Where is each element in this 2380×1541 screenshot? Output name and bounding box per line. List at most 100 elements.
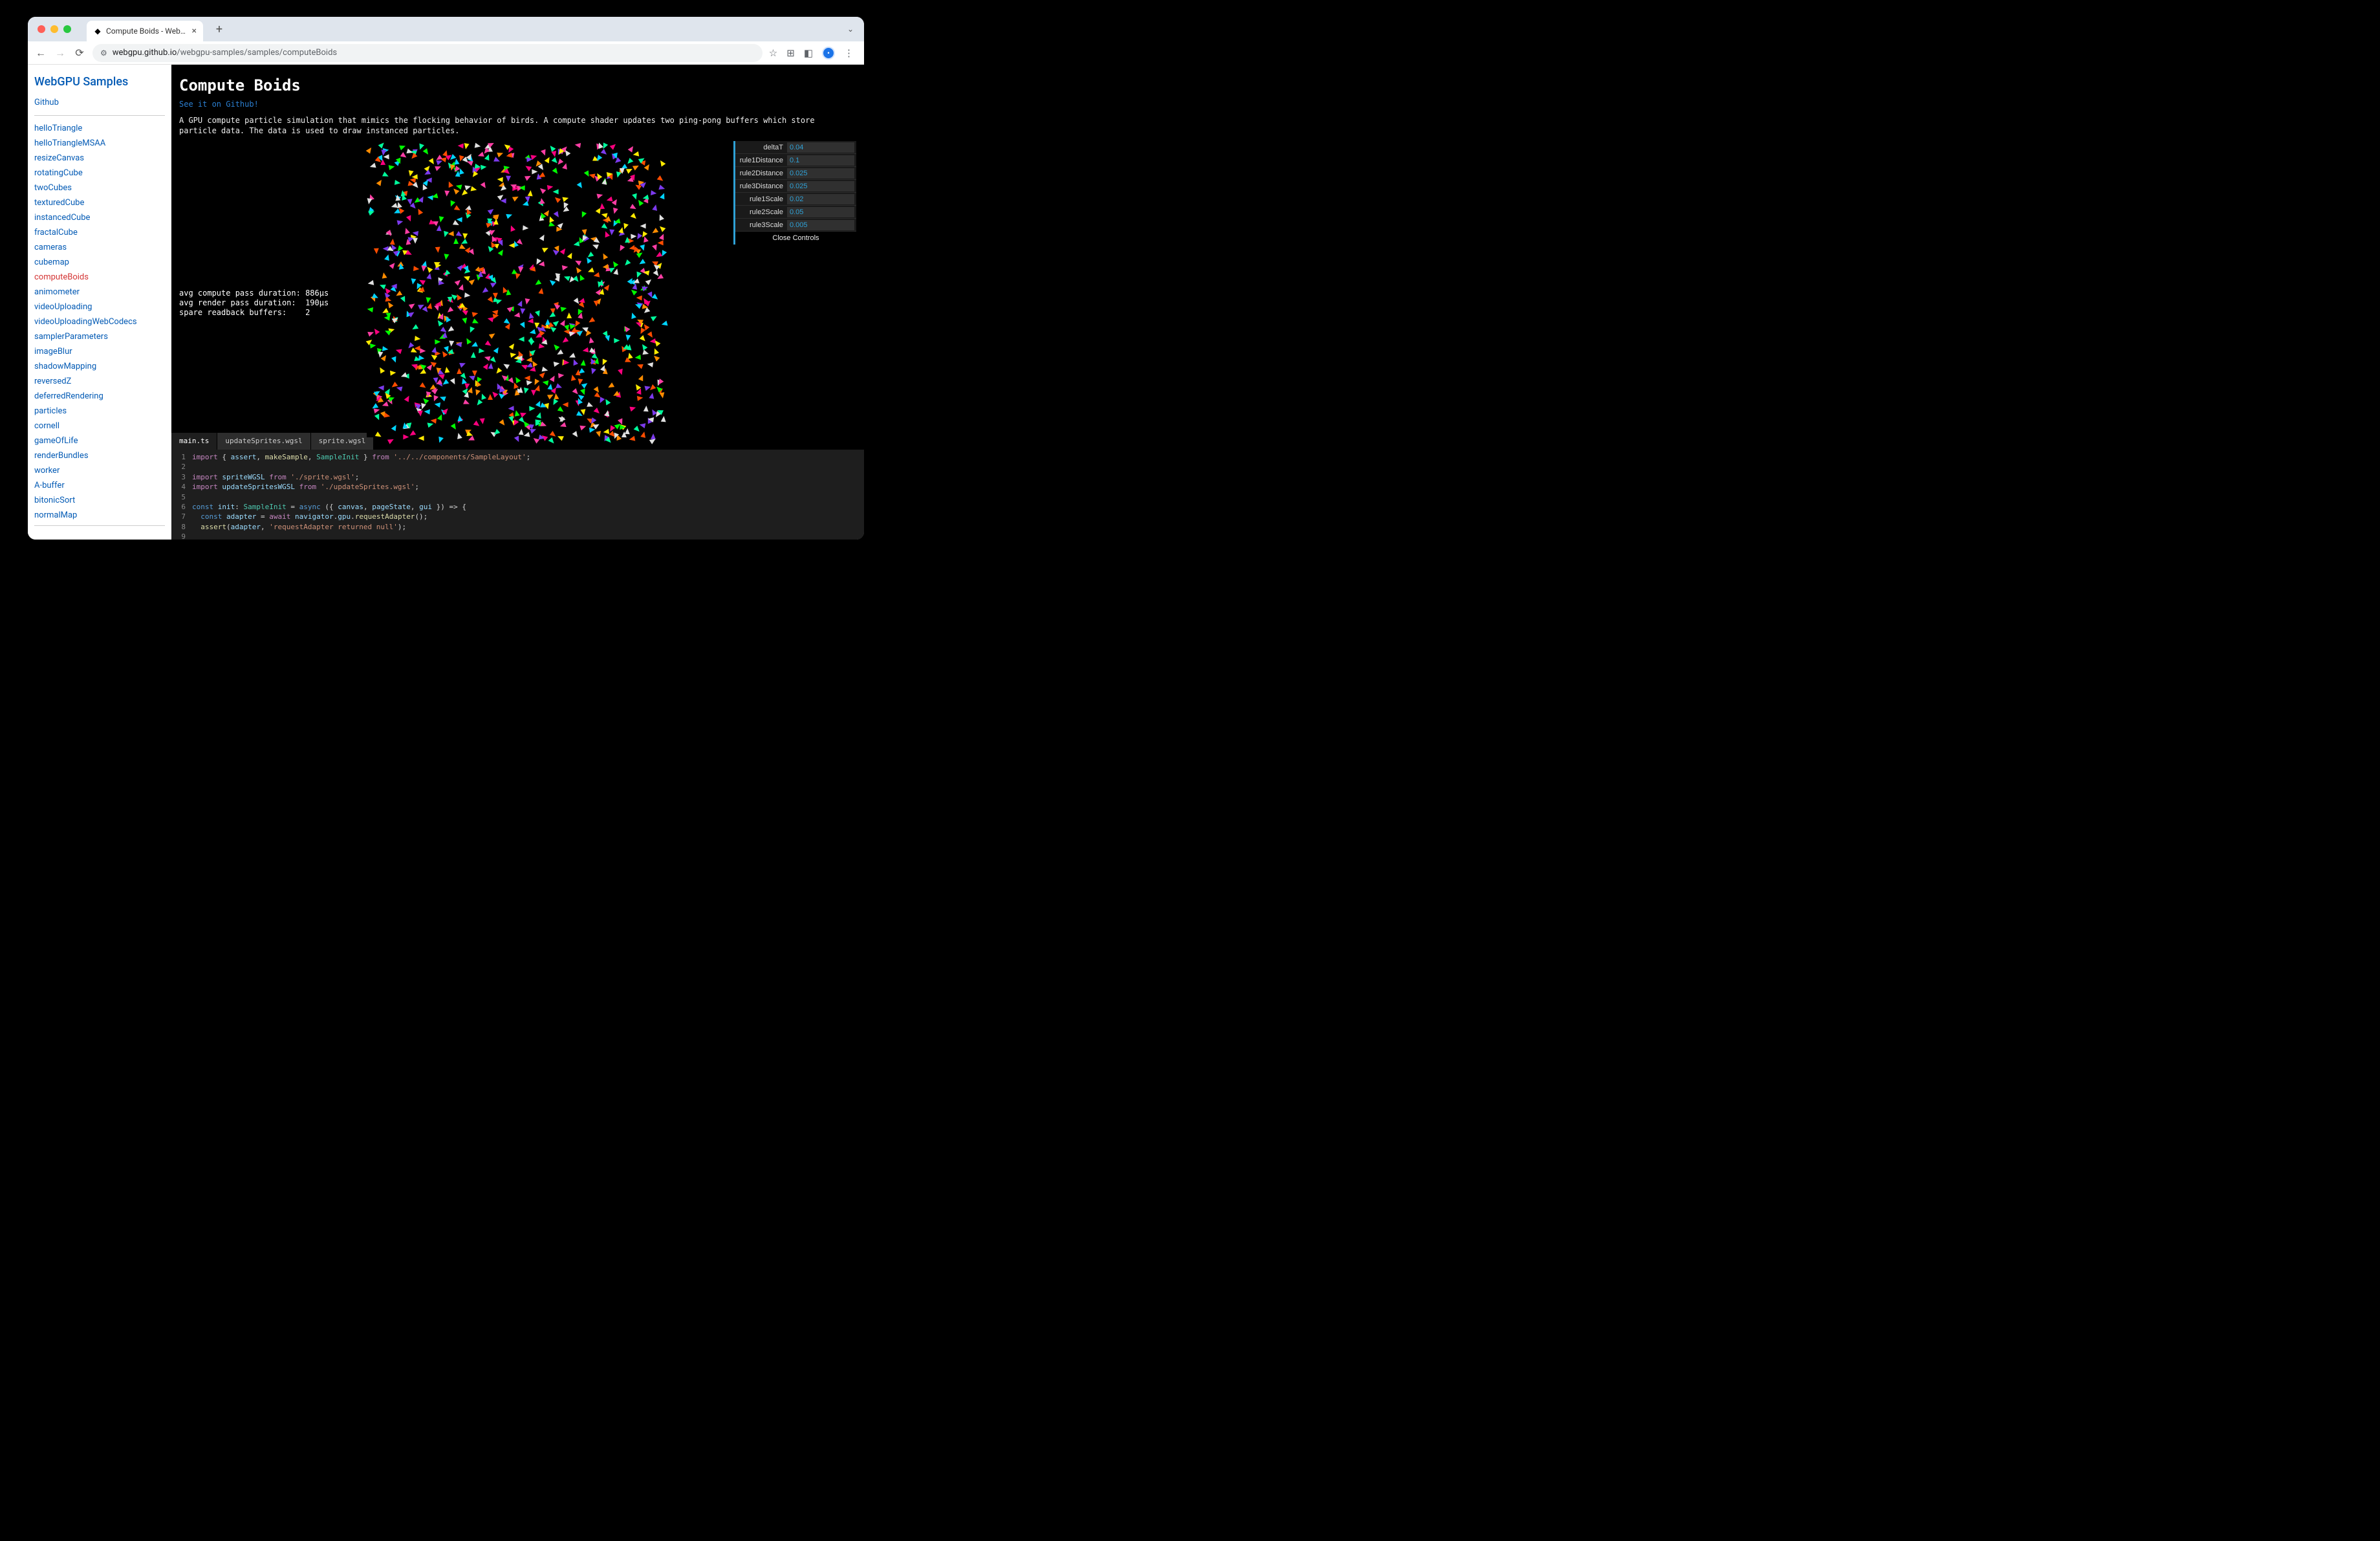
boid-particle (605, 410, 611, 417)
boid-particle (475, 399, 483, 407)
url-host: webgpu.github.io (113, 48, 177, 58)
sidebar-item-deferredRendering[interactable]: deferredRendering (34, 389, 165, 404)
tab-dropdown-icon[interactable]: ⌄ (847, 25, 858, 34)
reload-button[interactable]: ⟳ (73, 47, 86, 59)
sidebar-item-cornell[interactable]: cornell (34, 419, 165, 433)
sidebar-item-resizeCanvas[interactable]: resizeCanvas (34, 151, 165, 166)
sidebar-item-rotatingCube[interactable]: rotatingCube (34, 166, 165, 180)
code-tab-sprite-wgsl[interactable]: sprite.wgsl (311, 433, 374, 450)
boid-particle (468, 326, 475, 333)
sidebar-item-normalMap[interactable]: normalMap (34, 508, 165, 523)
minimize-window-button[interactable] (50, 25, 58, 33)
gui-value-input[interactable]: 0.025 (787, 181, 854, 191)
kebab-menu-icon[interactable]: ⋮ (844, 47, 854, 59)
boid-particle (640, 431, 647, 438)
sidebar-item-cameras[interactable]: cameras (34, 240, 165, 255)
sidebar-item-particles[interactable]: particles (34, 404, 165, 419)
bookmark-star-icon[interactable]: ☆ (769, 47, 777, 59)
sidebar-item-samplerParameters[interactable]: samplerParameters (34, 329, 165, 344)
code-line: 6const init: SampleInit = async ({ canva… (171, 502, 864, 512)
sidebar-item-shadowMapping[interactable]: shadowMapping (34, 359, 165, 374)
sidebar-item-computeBoids[interactable]: computeBoids (34, 270, 165, 285)
boid-particle (629, 405, 636, 411)
gui-controls-panel: deltaT0.04rule1Distance0.1rule2Distance0… (733, 141, 856, 245)
close-window-button[interactable] (38, 25, 45, 33)
boid-particle (455, 170, 461, 177)
sidebar-item-instancedCube[interactable]: instancedCube (34, 210, 165, 225)
sidebar-title[interactable]: WebGPU Samples (34, 75, 165, 95)
gui-value-input[interactable]: 0.025 (787, 168, 854, 179)
extensions-icon[interactable]: ⊞ (786, 47, 795, 59)
gui-row-rule1Distance: rule1Distance0.1 (735, 154, 856, 167)
boid-particle (550, 375, 557, 382)
address-bar[interactable]: ⚙ webgpu.github.io/webgpu-samples/sample… (92, 44, 763, 62)
sidebar-item-helloTriangleMSAA[interactable]: helloTriangleMSAA (34, 136, 165, 151)
boid-particle (424, 409, 430, 415)
browser-tab[interactable]: ◆ Compute Boids - WebGPU Sa × (87, 21, 203, 41)
site-info-icon[interactable]: ⚙ (100, 49, 107, 58)
sidebar-item-worker[interactable]: worker (34, 463, 165, 478)
sidebar-item-animometer[interactable]: animometer (34, 285, 165, 300)
sidebar-item-helloTriangle[interactable]: helloTriangle (34, 121, 165, 136)
boid-particle (644, 406, 649, 412)
sidebar-item-videoUploading[interactable]: videoUploading (34, 300, 165, 314)
gui-value-input[interactable]: 0.1 (787, 155, 854, 166)
boid-particle (519, 309, 525, 315)
sidebar-item-renderBundles[interactable]: renderBundles (34, 448, 165, 463)
boid-particle (580, 388, 587, 395)
boid-particle (450, 378, 457, 386)
sidebar-item-texturedCube[interactable]: texturedCube (34, 195, 165, 210)
sidebar-item-bitonicSort[interactable]: bitonicSort (34, 493, 165, 508)
maximize-window-button[interactable] (63, 25, 71, 33)
github-source-link[interactable]: See it on Github! (171, 100, 864, 115)
boid-particle (463, 143, 469, 149)
boid-particle (423, 169, 431, 177)
boid-particle (630, 204, 638, 211)
code-tab-main-ts[interactable]: main.ts (171, 433, 217, 450)
sidebar-item-gameOfLife[interactable]: gameOfLife (34, 433, 165, 448)
close-tab-icon[interactable]: × (192, 26, 197, 36)
boid-particle (633, 151, 639, 157)
boid-particle (614, 338, 620, 343)
boid-particle (574, 142, 581, 148)
boid-particle (567, 312, 572, 318)
boid-particle (418, 410, 423, 416)
boid-particle (459, 360, 466, 367)
sidebar-item-videoUploadingWebCodecs[interactable]: videoUploadingWebCodecs (34, 314, 165, 329)
boid-particle (492, 309, 498, 314)
sidebar-item-imageBlur[interactable]: imageBlur (34, 344, 165, 359)
sidebar-item-fractalCube[interactable]: fractalCube (34, 225, 165, 240)
boid-particle (658, 240, 664, 245)
gui-value-input[interactable]: 0.04 (787, 142, 854, 153)
side-panel-icon[interactable]: ◧ (804, 47, 813, 59)
sidebar-item-cubemap[interactable]: cubemap (34, 255, 165, 270)
boid-particle (542, 246, 550, 253)
new-tab-button[interactable]: + (211, 21, 228, 38)
code-body[interactable]: 1import { assert, makeSample, SampleInit… (171, 450, 864, 540)
code-tab-updateSprites-wgsl[interactable]: updateSprites.wgsl (217, 433, 310, 450)
code-line: 9 (171, 532, 864, 540)
gui-value-input[interactable]: 0.02 (787, 194, 854, 204)
sidebar-item-A-buffer[interactable]: A-buffer (34, 478, 165, 493)
boid-particle (390, 370, 396, 376)
boid-particle (526, 157, 533, 162)
boid-particle (404, 227, 410, 234)
gui-value-input[interactable]: 0.005 (787, 220, 854, 230)
boid-particle (489, 331, 497, 339)
sidebar-item-twoCubes[interactable]: twoCubes (34, 180, 165, 195)
tab-strip: ◆ Compute Boids - WebGPU Sa × + ⌄ (28, 17, 864, 41)
boid-particle (411, 174, 417, 179)
boid-particle (461, 309, 469, 316)
close-controls-button[interactable]: Close Controls (735, 232, 856, 245)
sidebar-github-link[interactable]: Github (34, 95, 165, 113)
gui-value-input[interactable]: 0.05 (787, 207, 854, 217)
boid-particle (582, 347, 589, 353)
boid-particle (638, 374, 645, 381)
boid-particle (579, 212, 587, 219)
boid-particle (620, 168, 625, 173)
sidebar-item-reversedZ[interactable]: reversedZ (34, 374, 165, 389)
forward-button[interactable]: → (54, 47, 67, 60)
profile-avatar[interactable]: • (822, 47, 835, 60)
back-button[interactable]: ← (34, 47, 47, 60)
boid-particle (552, 168, 560, 175)
